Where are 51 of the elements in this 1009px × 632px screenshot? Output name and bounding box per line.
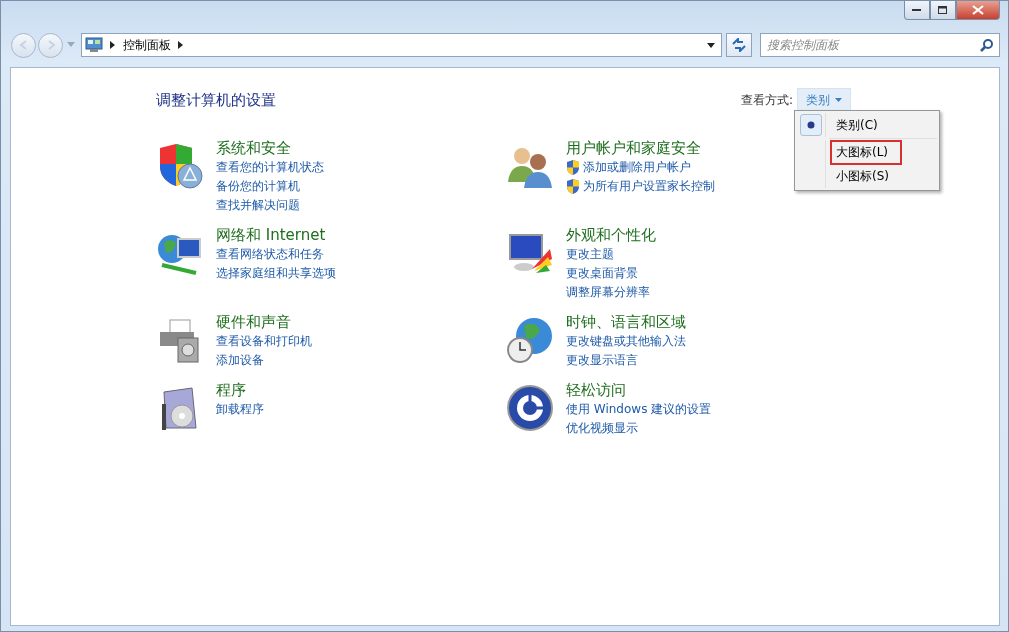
category-title-link[interactable]: 外观和个性化	[566, 225, 656, 245]
refresh-button[interactable]	[726, 33, 752, 57]
category-title-link[interactable]: 网络和 Internet	[216, 225, 326, 245]
task-link[interactable]: 查看您的计算机状态	[216, 158, 324, 177]
page-heading: 调整计算机的设置	[156, 90, 276, 110]
task-link[interactable]: 使用 Windows 建议的设置	[566, 400, 712, 419]
minimize-button[interactable]	[904, 1, 930, 20]
task-link[interactable]: 调整屏幕分辨率	[566, 283, 650, 302]
breadcrumb-item[interactable]: 控制面板	[123, 36, 171, 54]
refresh-icon	[731, 38, 747, 52]
minimize-icon	[912, 8, 922, 12]
view-by-label: 查看方式:	[740, 91, 793, 109]
task-link[interactable]: 为所有用户设置家长控制	[583, 177, 715, 196]
chevron-icon	[110, 41, 116, 49]
dropdown-arrow-icon[interactable]	[707, 42, 715, 48]
chevron-icon	[178, 41, 184, 49]
control-panel-icon	[85, 37, 103, 53]
menu-item[interactable]: 类别(C)	[830, 112, 884, 138]
task-link[interactable]: 更改显示语言	[566, 351, 638, 370]
task-link[interactable]: 更改键盘或其他输入法	[566, 332, 686, 351]
close-icon	[972, 5, 984, 15]
globe-clock-icon[interactable]	[506, 316, 554, 364]
menu-item[interactable]: 小图标(S)	[830, 163, 895, 189]
search-icon	[980, 38, 994, 52]
category-title-link[interactable]: 系统和安全	[216, 138, 291, 158]
task-link[interactable]: 添加或删除用户帐户	[583, 158, 691, 177]
task-link[interactable]: 备份您的计算机	[216, 177, 300, 196]
category-title-link[interactable]: 硬件和声音	[216, 312, 291, 332]
category-title-link[interactable]: 程序	[216, 380, 246, 400]
caret-icon	[835, 98, 842, 102]
task-link[interactable]: 查看网络状态和任务	[216, 245, 324, 264]
view-by-dropdown[interactable]: 类别	[797, 87, 851, 113]
task-link[interactable]: 查看设备和打印机	[216, 332, 312, 351]
search-field[interactable]: 搜索控制面板	[760, 33, 1000, 57]
category-title-link[interactable]: 轻松访问	[566, 380, 626, 400]
task-link[interactable]: 卸载程序	[216, 400, 264, 419]
task-link[interactable]: 选择家庭组和共享选项	[216, 264, 336, 283]
shield-icon	[566, 160, 580, 175]
category-title-link[interactable]: 用户帐户和家庭安全	[566, 138, 701, 158]
close-button[interactable]	[956, 1, 1000, 20]
address-field[interactable]: 控制面板	[81, 33, 722, 57]
task-link[interactable]: 查找并解决问题	[216, 196, 300, 215]
category-title-link[interactable]: 时钟、语言和区域	[566, 312, 686, 332]
shield-icon	[566, 179, 580, 194]
task-link[interactable]: 更改桌面背景	[566, 264, 638, 283]
task-link[interactable]: 更改主题	[566, 245, 614, 264]
maximize-button[interactable]	[930, 1, 956, 20]
maximize-icon	[938, 5, 948, 15]
task-link[interactable]: 优化视频显示	[566, 419, 638, 438]
menu-item[interactable]: 大图标(L)	[830, 139, 903, 165]
task-link[interactable]: 添加设备	[216, 351, 264, 370]
